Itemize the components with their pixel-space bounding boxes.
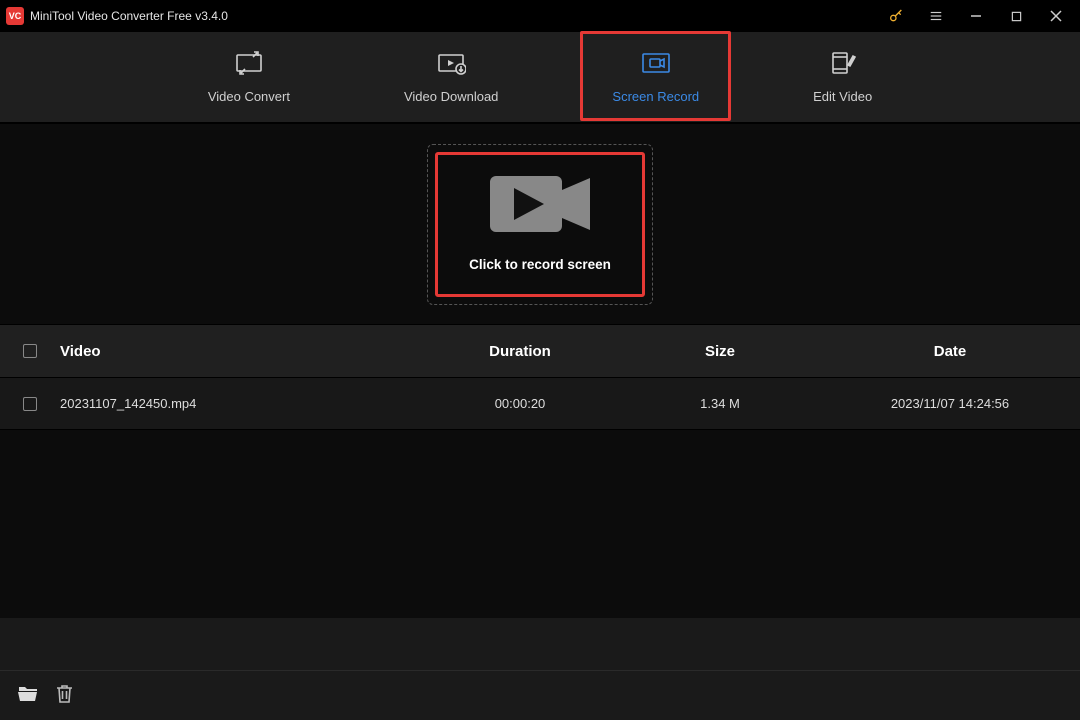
tab-screen-record[interactable]: Screen Record (600, 45, 711, 110)
app-logo-icon: VC (6, 7, 24, 25)
title-left: VC MiniTool Video Converter Free v3.4.0 (4, 7, 228, 25)
record-area: Click to record screen (0, 124, 1080, 324)
title-controls (876, 0, 1076, 32)
maximize-button[interactable] (996, 0, 1036, 32)
header-date: Date (820, 343, 1080, 360)
camera-icon (490, 176, 590, 237)
menu-icon[interactable] (916, 0, 956, 32)
tab-label: Video Download (404, 89, 498, 104)
table-body: 20231107_142450.mp4 00:00:20 1.34 M 2023… (0, 378, 1080, 618)
open-folder-button[interactable] (18, 684, 38, 707)
record-inner-highlight: Click to record screen (435, 152, 645, 297)
download-icon (436, 51, 466, 75)
tab-label: Screen Record (612, 89, 699, 104)
header-size: Size (620, 343, 820, 360)
tab-video-convert[interactable]: Video Convert (196, 45, 302, 110)
cell-duration: 00:00:20 (420, 396, 620, 411)
header-duration: Duration (420, 343, 620, 360)
tab-label: Edit Video (813, 89, 872, 104)
highlight-box (580, 31, 731, 121)
tab-edit-video[interactable]: Edit Video (801, 45, 884, 110)
header-video: Video (60, 343, 420, 360)
table-row[interactable]: 20231107_142450.mp4 00:00:20 1.34 M 2023… (0, 378, 1080, 430)
cell-size: 1.34 M (620, 396, 820, 411)
table-header: Video Duration Size Date (0, 324, 1080, 378)
select-all-checkbox[interactable] (23, 344, 37, 358)
row-checkbox[interactable] (23, 397, 37, 411)
upgrade-key-icon[interactable] (876, 0, 916, 32)
delete-button[interactable] (56, 684, 73, 708)
app-title: MiniTool Video Converter Free v3.4.0 (30, 9, 228, 23)
record-icon (641, 51, 671, 75)
tab-video-download[interactable]: Video Download (392, 45, 510, 110)
nav-tabs: Video Convert Video Download Screen Reco… (0, 32, 1080, 124)
minimize-button[interactable] (956, 0, 996, 32)
tab-label: Video Convert (208, 89, 290, 104)
footer (0, 670, 1080, 720)
record-button[interactable]: Click to record screen (427, 144, 653, 305)
titlebar: VC MiniTool Video Converter Free v3.4.0 (0, 0, 1080, 32)
record-label: Click to record screen (469, 257, 611, 272)
close-button[interactable] (1036, 0, 1076, 32)
convert-icon (234, 51, 264, 75)
edit-icon (830, 51, 856, 75)
cell-video: 20231107_142450.mp4 (60, 396, 420, 411)
cell-date: 2023/11/07 14:24:56 (820, 396, 1080, 411)
